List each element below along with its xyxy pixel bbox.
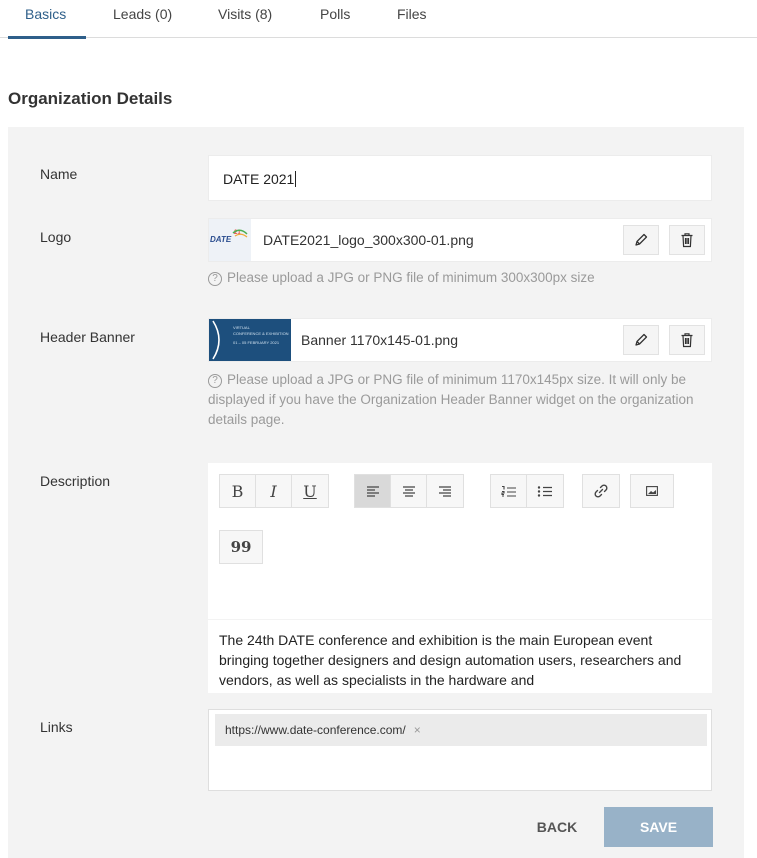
links-input[interactable]: https://www.date-conference.com/ × [208, 709, 712, 791]
link-chip: https://www.date-conference.com/ × [215, 714, 707, 746]
description-editor-body[interactable]: The 24th DATE conference and exhibition … [208, 620, 712, 693]
pencil-icon [635, 333, 648, 346]
bullet-list-button[interactable] [527, 475, 563, 507]
text-caret [295, 171, 297, 187]
logo-thumbnail-swoosh [232, 229, 248, 238]
header-banner-file-name: Banner 1170x145-01.png [301, 332, 458, 348]
remove-link-icon[interactable]: × [414, 723, 421, 737]
align-left-icon [366, 486, 379, 497]
align-right-button[interactable] [427, 475, 463, 507]
back-button[interactable]: BACK [520, 807, 594, 847]
align-center-icon [402, 486, 415, 497]
tab-basics[interactable]: Basics [8, 0, 86, 39]
header-banner-upload-field[interactable]: VIRTUAL CONFERENCE & EXHIBITION 01 – 05 … [208, 318, 712, 362]
tab-bar: Basics Leads (0) Visits (8) Polls Files [0, 0, 757, 39]
section-title: Organization Details [8, 89, 173, 108]
links-label: Links [40, 719, 73, 735]
logo-thumbnail: DATE 21 [209, 219, 251, 261]
banner-thumbnail-line2: CONFERENCE & EXHIBITION [233, 331, 289, 336]
banner-thumbnail: VIRTUAL CONFERENCE & EXHIBITION 01 – 05 … [209, 319, 291, 361]
trash-icon [681, 333, 693, 348]
ordered-list-button[interactable] [491, 475, 527, 507]
logo-delete-button[interactable] [669, 225, 705, 255]
banner-thumbnail-text: VIRTUAL CONFERENCE & EXHIBITION 01 – 05 … [233, 325, 289, 346]
image-icon [646, 486, 658, 496]
italic-button[interactable]: I [256, 475, 292, 507]
save-button[interactable]: SAVE [604, 807, 713, 847]
text-style-group: B I U [219, 474, 329, 508]
bold-button[interactable]: B [220, 475, 256, 507]
ordered-list-icon [500, 485, 516, 497]
list-group [490, 474, 564, 508]
underline-button[interactable]: U [292, 475, 328, 507]
link-chip-text: https://www.date-conference.com/ [225, 723, 406, 737]
description-label: Description [40, 473, 111, 489]
logo-label: Logo [40, 229, 72, 245]
question-circle-icon: ? [208, 374, 222, 388]
blockquote-button[interactable]: 99 [220, 531, 262, 563]
tab-visits[interactable]: Visits (8) [218, 0, 272, 38]
header-banner-edit-button[interactable] [623, 325, 659, 355]
name-label: Name [40, 166, 78, 182]
logo-help-text: ? Please upload a JPG or PNG file of mini… [208, 268, 595, 288]
header-banner-delete-button[interactable] [669, 325, 705, 355]
question-circle-icon: ? [208, 272, 222, 286]
banner-thumbnail-line3: 01 – 05 FEBRUARY 2021 [233, 340, 280, 345]
quote-group: 99 [219, 530, 263, 564]
insert-image-group [630, 474, 674, 508]
align-left-button[interactable] [355, 475, 391, 507]
logo-file-name: DATE2021_logo_300x300-01.png [263, 232, 474, 248]
logo-upload-field[interactable]: DATE 21 DATE2021_logo_300x300-01.png [208, 218, 712, 262]
description-editor-toolbar: B I U 99 [208, 463, 712, 619]
align-right-icon [439, 486, 451, 497]
insert-link-group [582, 474, 620, 508]
tab-leads[interactable]: Leads (0) [113, 0, 172, 38]
tab-polls[interactable]: Polls [320, 0, 350, 38]
name-input[interactable]: DATE 2021 [208, 155, 712, 201]
logo-edit-button[interactable] [623, 225, 659, 255]
trash-icon [681, 233, 693, 248]
alignment-group [354, 474, 464, 508]
header-banner-help-text: ? Please upload a JPG or PNG file of mini… [208, 370, 718, 430]
name-input-value: DATE 2021 [223, 171, 295, 187]
image-button[interactable] [631, 475, 673, 507]
header-banner-label: Header Banner [40, 329, 135, 345]
tab-files[interactable]: Files [397, 0, 427, 38]
align-center-button[interactable] [391, 475, 427, 507]
link-button[interactable] [583, 475, 619, 507]
header-banner-help-message: Please upload a JPG or PNG file of minim… [208, 372, 694, 427]
logo-help-message: Please upload a JPG or PNG file of minim… [227, 270, 595, 285]
bullet-list-icon [537, 485, 552, 497]
pencil-icon [635, 233, 648, 246]
link-icon [594, 484, 608, 498]
